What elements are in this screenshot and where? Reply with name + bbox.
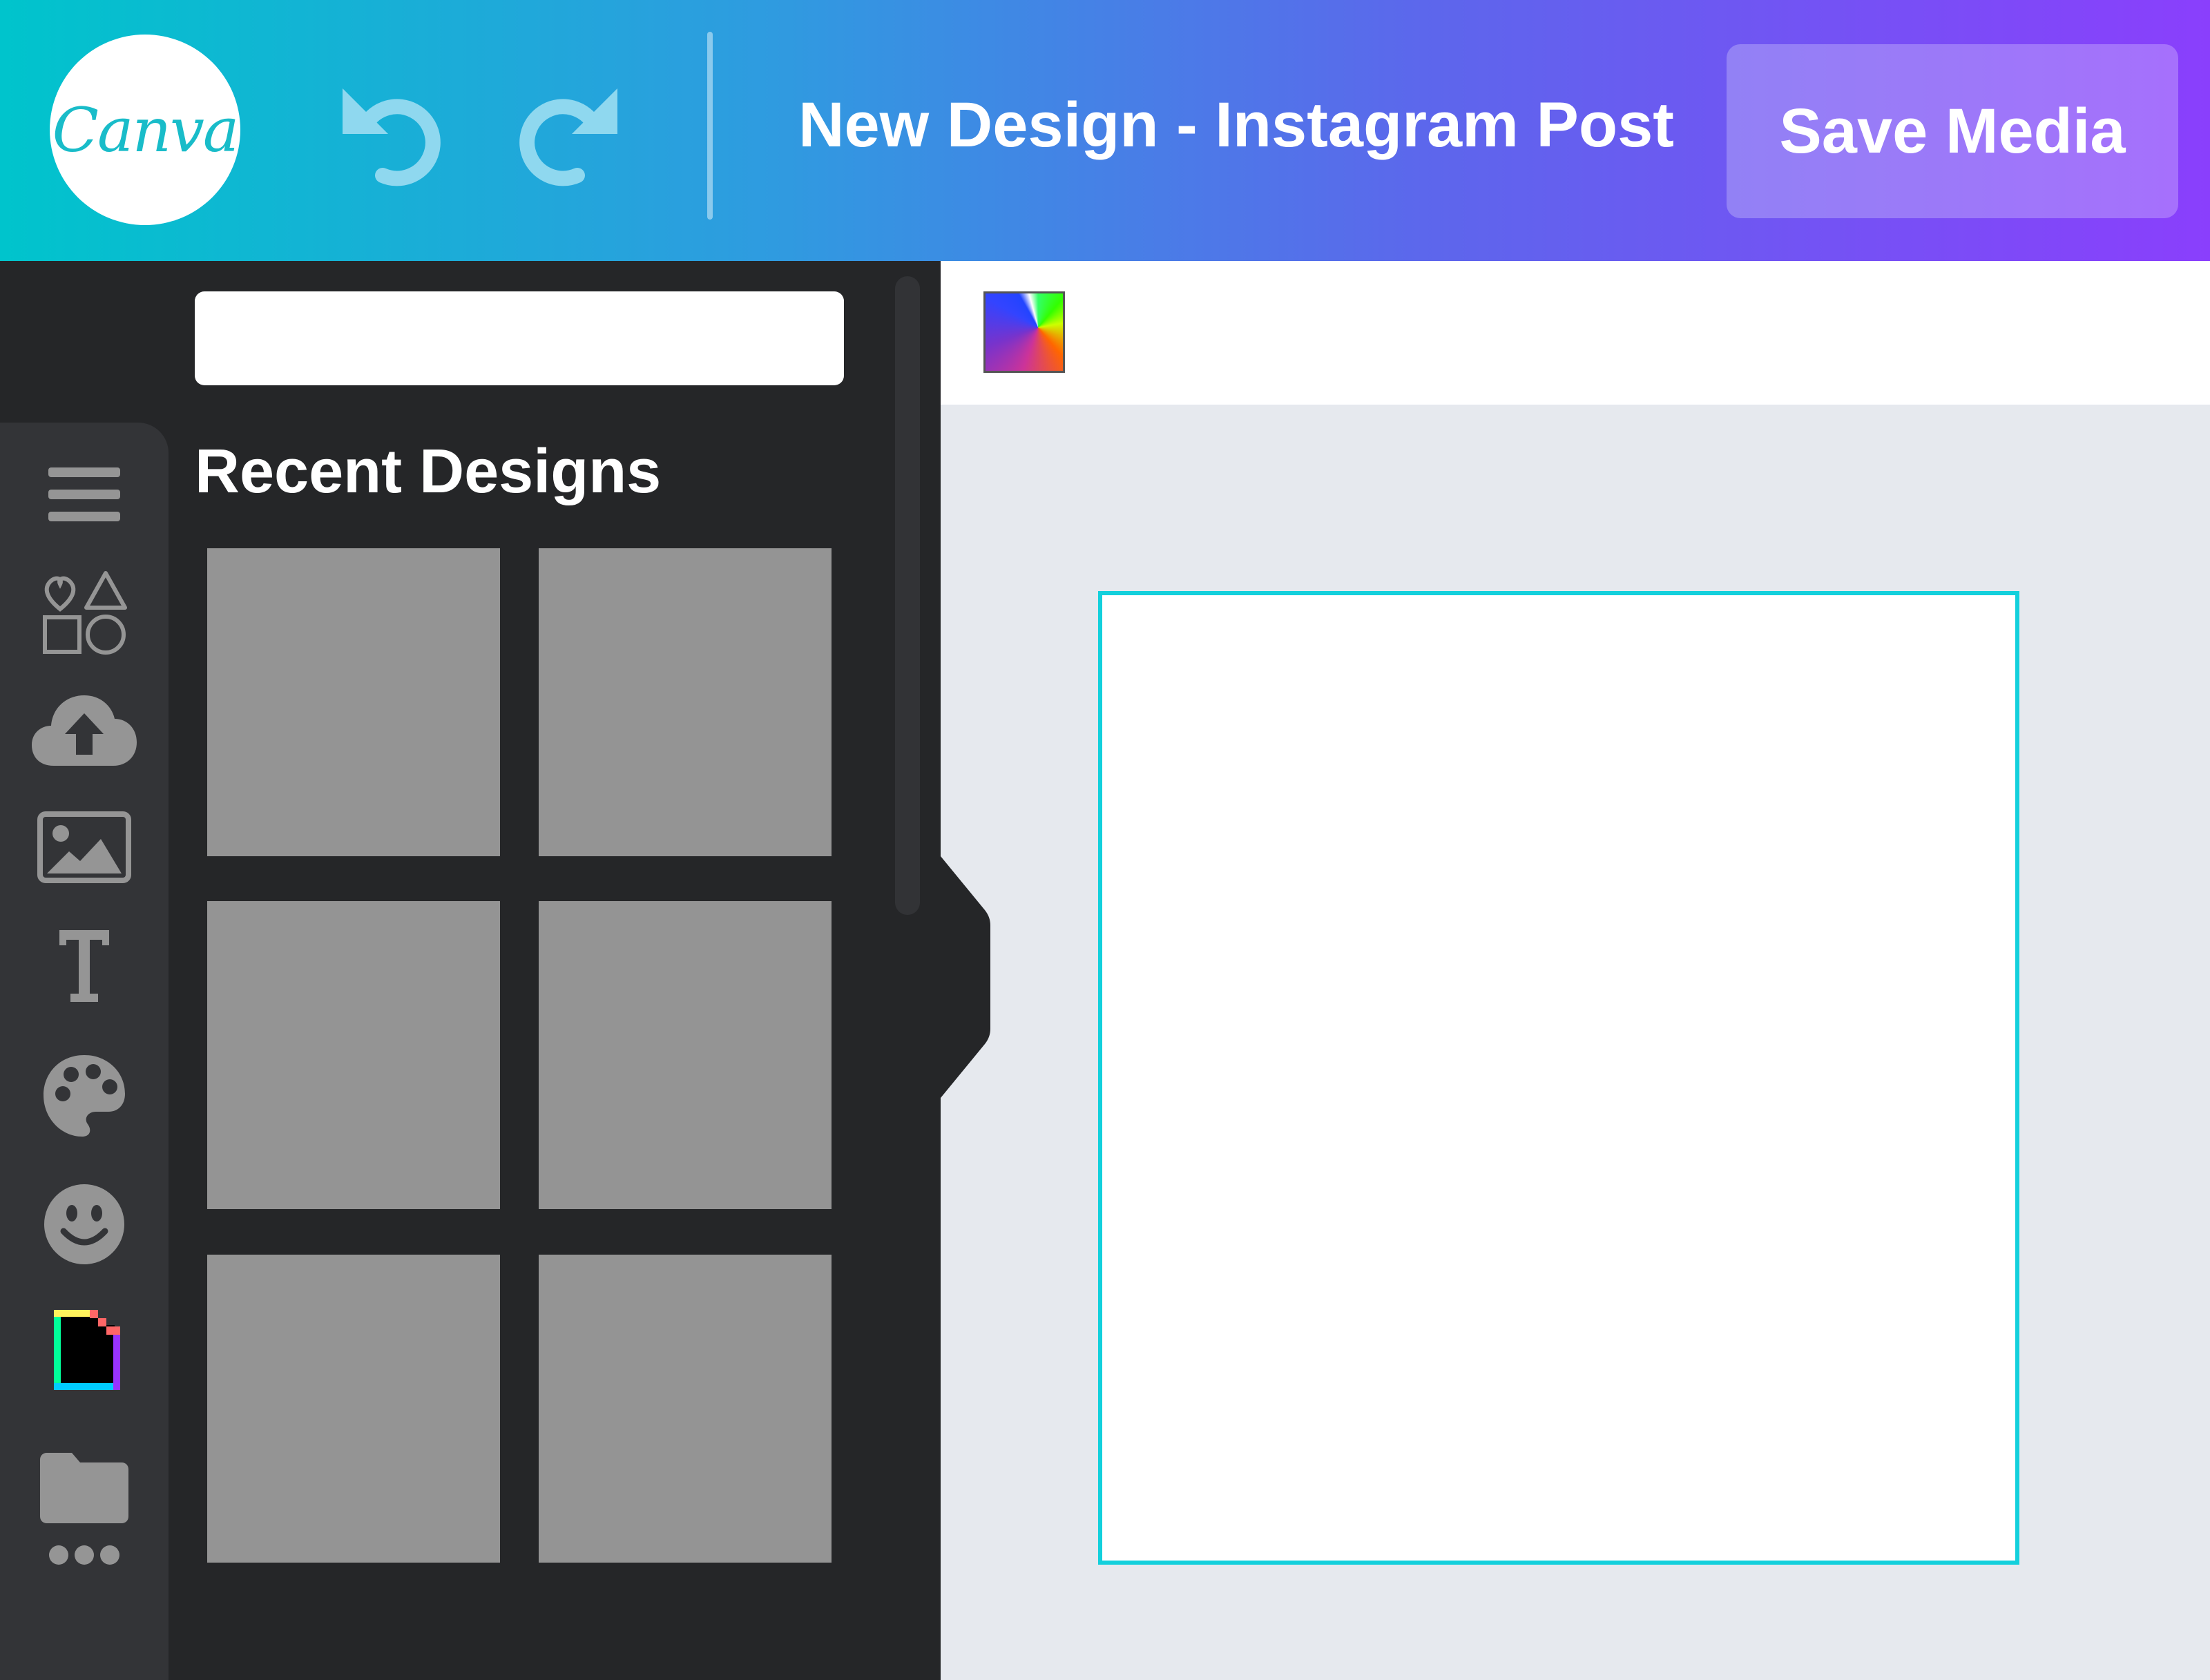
design-page[interactable]: [1098, 591, 2019, 1565]
menu-icon: [48, 467, 120, 521]
recent-design-thumbnail[interactable]: [207, 1255, 500, 1563]
rail-item-elements[interactable]: [29, 561, 140, 664]
panel-collapse-handle[interactable]: [941, 856, 990, 1098]
rail-item-text[interactable]: [29, 914, 140, 1018]
rail-item-background[interactable]: [29, 1044, 140, 1148]
side-panel-scrollbar[interactable]: [895, 276, 920, 915]
rail-item-uploads[interactable]: [29, 678, 140, 782]
canva-editor: Canva New Design - Instagram Post Save M…: [0, 0, 2210, 1680]
toolbar-divider: [707, 32, 713, 220]
elements-icon: [43, 571, 127, 655]
palette-icon: [44, 1055, 125, 1137]
rail-item-more[interactable]: [29, 1514, 140, 1596]
redo-button[interactable]: [511, 81, 622, 192]
canva-logo[interactable]: Canva: [50, 35, 240, 225]
redo-icon: [519, 88, 617, 186]
search-input[interactable]: [195, 291, 844, 385]
logo-text: Canva: [52, 94, 240, 166]
recent-design-thumbnail[interactable]: [539, 1255, 832, 1563]
smiley-icon: [44, 1184, 124, 1264]
recent-design-thumbnail[interactable]: [207, 548, 500, 856]
photos-icon: [37, 811, 131, 883]
rail-item-giphy[interactable]: [29, 1298, 140, 1402]
icon-rail: [0, 423, 169, 1680]
recent-design-thumbnail[interactable]: [207, 901, 500, 1209]
context-toolbar: [941, 261, 2210, 405]
undo-icon: [343, 88, 441, 186]
save-media-button[interactable]: Save Media: [1727, 44, 2178, 218]
upload-cloud-icon: [32, 695, 137, 766]
more-icon: [49, 1545, 119, 1565]
recent-design-thumbnail[interactable]: [539, 548, 832, 856]
top-bar: Canva New Design - Instagram Post Save M…: [0, 0, 2210, 261]
recent-designs-title: Recent Designs: [195, 437, 662, 506]
rail-item-photos[interactable]: [29, 795, 140, 899]
rail-item-emoji[interactable]: [29, 1172, 140, 1276]
giphy-icon: [54, 1310, 120, 1390]
rail-item-menu[interactable]: [29, 443, 140, 547]
color-swatch-icon[interactable]: [983, 291, 1065, 373]
text-icon: [59, 930, 109, 1002]
undo-button[interactable]: [338, 81, 449, 192]
document-title[interactable]: New Design - Instagram Post: [732, 87, 1740, 163]
recent-design-thumbnail[interactable]: [539, 901, 832, 1209]
